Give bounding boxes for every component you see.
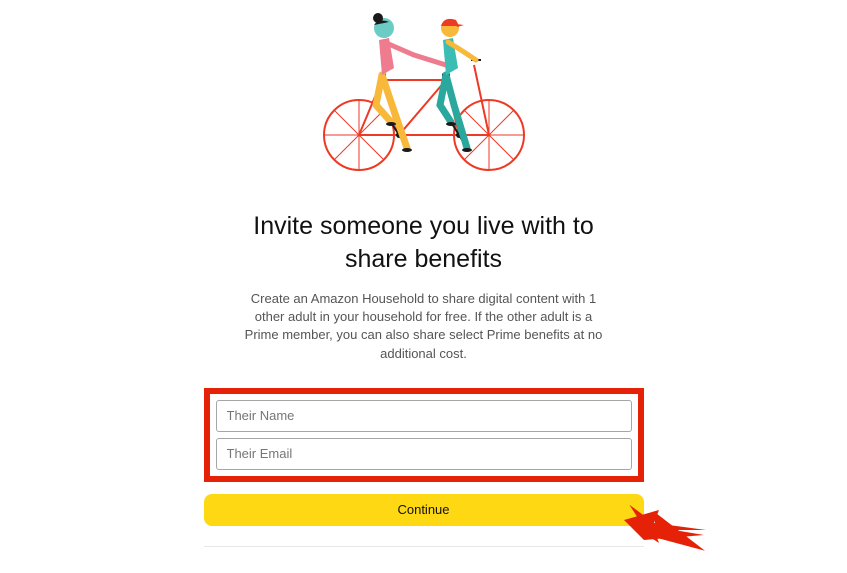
page-heading: Invite someone you live with to share be… (204, 210, 644, 275)
page-description: Create an Amazon Household to share digi… (204, 290, 644, 363)
name-input[interactable] (216, 400, 632, 432)
tandem-bicycle-illustration (304, 10, 544, 180)
arrow-annotation-icon (624, 505, 709, 555)
section-divider (204, 546, 644, 547)
invite-container: Invite someone you live with to share be… (204, 10, 644, 547)
invite-form: Continue (204, 388, 644, 547)
email-input[interactable] (216, 438, 632, 470)
continue-button[interactable]: Continue (204, 494, 644, 526)
highlight-annotation (204, 388, 644, 482)
